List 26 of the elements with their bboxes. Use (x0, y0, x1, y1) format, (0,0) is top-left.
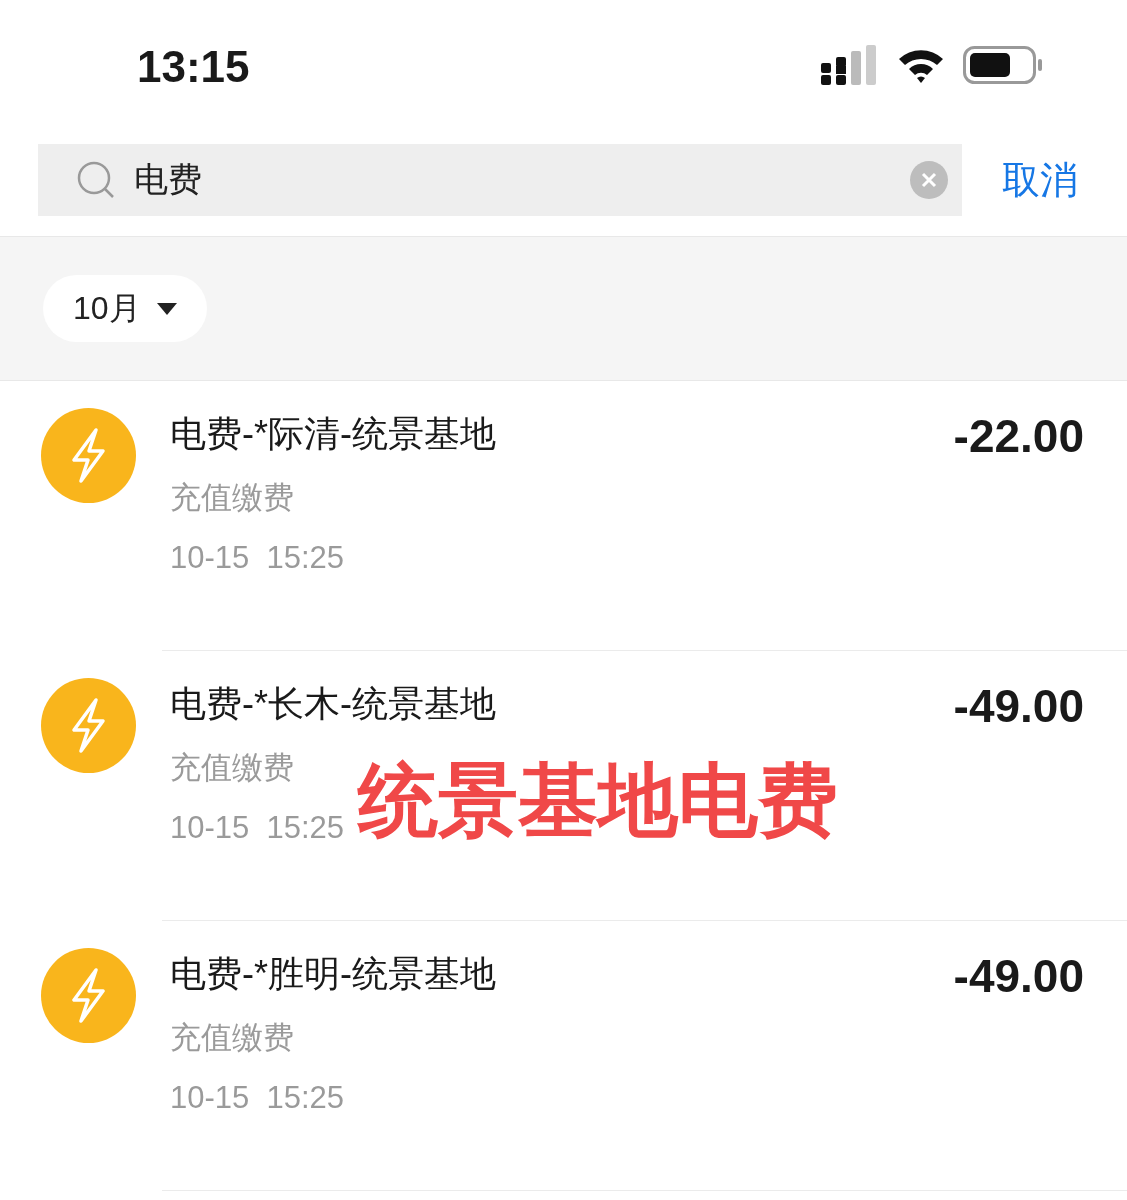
transaction-title: 电费-*胜明-统景基地 (170, 952, 497, 996)
annotation-text: 统景基地电费 (358, 761, 838, 841)
transaction-amount: -49.00 (953, 679, 1084, 734)
month-dropdown[interactable]: 10月 (43, 275, 207, 342)
transaction-category: 充值缴费 (170, 1019, 295, 1057)
transaction-title: 电费-*长木-统景基地 (170, 682, 497, 726)
battery-icon (963, 46, 1043, 84)
transaction-category: 充值缴费 (170, 749, 295, 787)
transaction-title: 电费-*际清-统景基地 (170, 412, 497, 456)
transaction-time: 10-15 15:25 (170, 539, 346, 577)
lightning-icon (41, 408, 136, 503)
caret-icon (156, 302, 177, 315)
lightning-icon (41, 678, 136, 773)
wifi-icon (897, 47, 945, 83)
transaction-amount: -22.00 (953, 409, 1084, 464)
transaction-time: 10-15 15:25 (170, 1079, 346, 1117)
transaction-time: 10-15 15:25 (170, 809, 346, 847)
lightning-icon (41, 948, 136, 1043)
transaction-category: 充值缴费 (170, 479, 295, 517)
clear-icon[interactable] (910, 161, 948, 199)
signal-icon (821, 45, 879, 85)
status-time: 13:15 (137, 42, 251, 92)
transaction-amount: -49.00 (953, 949, 1084, 1004)
search-icon (76, 160, 116, 200)
cancel-button[interactable]: 取消 (1002, 154, 1078, 206)
search-field[interactable]: 电费 (38, 144, 962, 216)
